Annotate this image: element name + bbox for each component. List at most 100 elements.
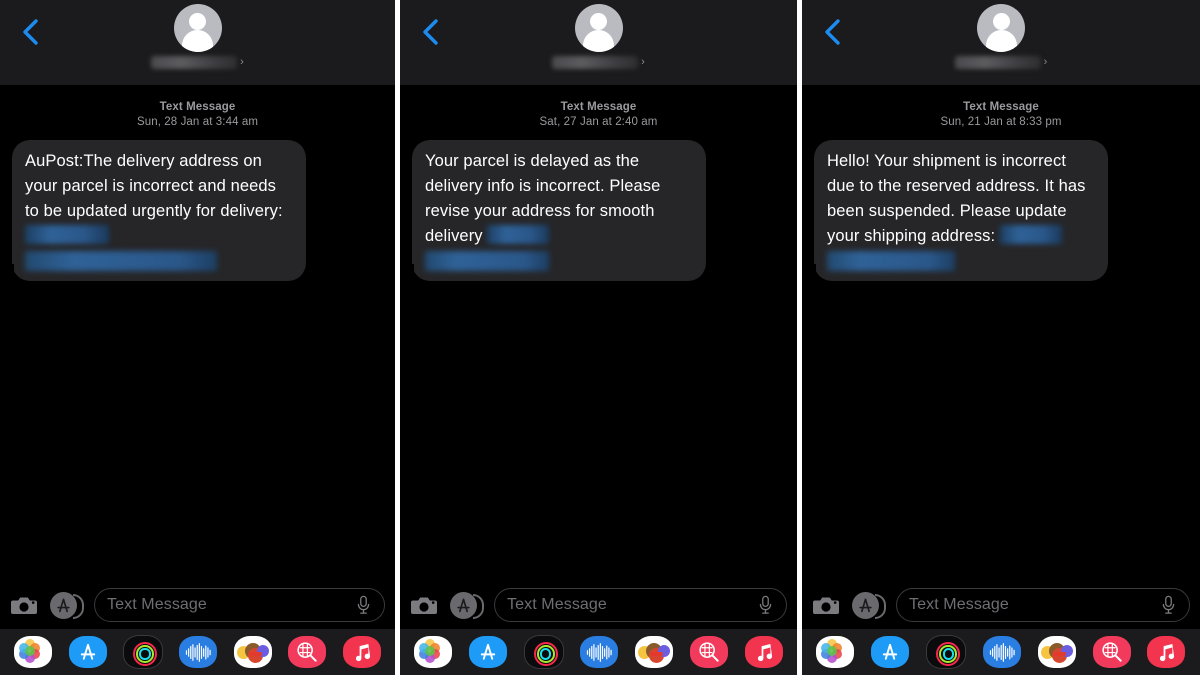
contact-summary[interactable]: › [802, 4, 1200, 69]
contact-name-redacted [151, 56, 238, 69]
text-message-input[interactable]: Text Message [494, 588, 787, 622]
photos-petal [826, 645, 837, 656]
contact-name-row[interactable]: › [151, 56, 244, 69]
audio-waveform-app-icon[interactable] [982, 636, 1021, 668]
avatar-body [182, 30, 213, 52]
message-row: AuPost:The delivery address on your parc… [0, 140, 395, 281]
contact-name-redacted [954, 56, 1041, 69]
contact-name-row[interactable]: › [552, 56, 645, 69]
memoji-stickers-app-icon[interactable] [233, 636, 272, 668]
photos-petal [424, 645, 435, 656]
message-timestamp: Sat, 27 Jan at 2:40 am [539, 115, 658, 128]
text-message-input[interactable]: Text Message [896, 588, 1190, 622]
conversation-header: › [400, 0, 797, 85]
person-avatar-icon[interactable] [977, 4, 1025, 52]
microphone-icon[interactable] [1159, 594, 1177, 616]
message-bubble[interactable]: Hello! Your shipment is incorrect due to… [807, 140, 1108, 281]
redacted-link-line [425, 251, 549, 271]
message-bubble[interactable]: Your parcel is delayed as the delivery i… [405, 140, 706, 281]
camera-icon[interactable] [10, 590, 40, 620]
contact-summary[interactable]: › [0, 4, 395, 69]
redacted-link-inline [487, 225, 550, 244]
microphone-icon[interactable] [354, 594, 372, 616]
activity-ring [942, 648, 954, 660]
text-message-input[interactable]: Text Message [94, 588, 385, 622]
contact-summary[interactable]: › [400, 4, 797, 69]
images-search-app-icon[interactable] [288, 636, 327, 668]
app-store-icon[interactable] [852, 591, 886, 619]
activity-ring [139, 648, 151, 660]
message-meta: Text Message Sun, 28 Jan at 3:44 am [0, 100, 395, 129]
app-store-tail [473, 594, 484, 619]
avatar-body [985, 30, 1017, 52]
message-row: Hello! Your shipment is incorrect due to… [802, 140, 1200, 281]
app-store-tail [73, 594, 84, 619]
app-store-app-icon[interactable] [871, 636, 910, 668]
text-message-placeholder: Text Message [909, 596, 1009, 613]
avatar-head [590, 13, 607, 30]
fitness-rings-app-icon[interactable] [926, 635, 967, 669]
images-search-app-icon[interactable] [1092, 636, 1131, 668]
message-thread-panel: › Text Message Sun, 21 Jan at 8:33 pm Hello… [802, 0, 1200, 675]
imessage-app-drawer [0, 629, 395, 675]
app-store-tail [875, 594, 886, 619]
music-app-icon[interactable] [744, 636, 783, 668]
music-app-icon[interactable] [1147, 636, 1186, 668]
message-timestamp: Sun, 21 Jan at 8:33 pm [940, 115, 1062, 128]
memoji-sunglasses [1052, 652, 1066, 656]
message-composer: Text Message [802, 581, 1200, 629]
message-thread-panel: › Text Message Sat, 27 Jan at 2:40 am Your … [400, 0, 797, 675]
message-composer: Text Message [0, 581, 395, 629]
camera-icon[interactable] [410, 590, 440, 620]
message-meta: Text Message Sat, 27 Jan at 2:40 am [400, 100, 797, 129]
chevron-right-icon: › [641, 56, 645, 68]
conversation-body: Text Message Sun, 21 Jan at 8:33 pm Hello!… [802, 85, 1200, 581]
memoji-sunglasses [248, 652, 262, 656]
service-label: Text Message [560, 101, 637, 113]
app-store-icon[interactable] [450, 591, 484, 619]
fitness-rings-app-icon[interactable] [123, 635, 164, 669]
app-store-app-icon[interactable] [68, 636, 107, 668]
audio-waveform-app-icon[interactable] [179, 636, 218, 668]
avatar-head [992, 13, 1010, 30]
chevron-right-icon: › [240, 56, 244, 68]
redacted-link-inline [25, 225, 109, 244]
microphone-icon[interactable] [756, 594, 774, 616]
conversation-body: Text Message Sun, 28 Jan at 3:44 am AuPost… [0, 85, 395, 581]
app-store-app-icon[interactable] [469, 636, 508, 668]
message-meta: Text Message Sun, 21 Jan at 8:33 pm [802, 100, 1200, 129]
music-app-icon[interactable] [342, 636, 381, 668]
audio-waveform-app-icon[interactable] [580, 636, 619, 668]
fitness-rings-app-icon[interactable] [523, 635, 564, 669]
memoji-sunglasses [650, 652, 664, 656]
app-store-icon[interactable] [50, 591, 84, 619]
screenshot-root: › Text Message Sun, 28 Jan at 3:44 am AuPos… [0, 0, 1200, 675]
photos-app-icon[interactable] [816, 636, 855, 668]
person-avatar-icon[interactable] [173, 4, 222, 52]
redacted-link-line [827, 251, 955, 271]
memoji-stickers-app-icon[interactable] [1037, 636, 1076, 668]
images-search-app-icon[interactable] [689, 636, 728, 668]
photos-app-icon[interactable] [414, 636, 453, 668]
message-composer: Text Message [400, 581, 797, 629]
person-avatar-icon[interactable] [574, 4, 623, 52]
message-thread-panel: › Text Message Sun, 28 Jan at 3:44 am AuPos… [0, 0, 395, 675]
imessage-app-drawer [802, 629, 1200, 675]
avatar-body [583, 30, 614, 52]
text-message-placeholder: Text Message [507, 596, 607, 613]
service-label: Text Message [159, 101, 236, 113]
message-row: Your parcel is delayed as the delivery i… [400, 140, 797, 281]
contact-name-row[interactable]: › [954, 56, 1047, 69]
redacted-link-line [25, 251, 217, 271]
message-bubble[interactable]: AuPost:The delivery address on your parc… [5, 140, 306, 281]
avatar-head [189, 13, 206, 30]
imessage-app-drawer [400, 629, 797, 675]
contact-name-redacted [552, 56, 639, 69]
message-text: AuPost:The delivery address on your parc… [25, 152, 283, 220]
camera-icon[interactable] [812, 590, 842, 620]
text-message-placeholder: Text Message [107, 596, 207, 613]
photos-app-icon[interactable] [14, 636, 53, 668]
memoji-stickers-app-icon[interactable] [635, 636, 674, 668]
conversation-header: › [0, 0, 395, 85]
conversation-header: › [802, 0, 1200, 85]
